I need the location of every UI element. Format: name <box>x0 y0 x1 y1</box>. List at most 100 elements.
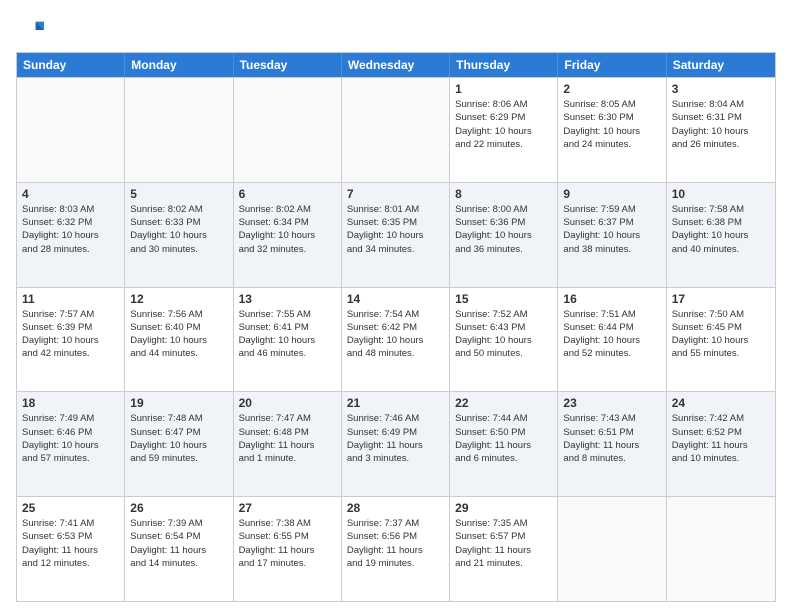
day-info: Sunrise: 8:03 AM Sunset: 6:32 PM Dayligh… <box>22 203 119 256</box>
calendar-cell: 6Sunrise: 8:02 AM Sunset: 6:34 PM Daylig… <box>234 183 342 287</box>
logo-icon <box>16 16 44 44</box>
day-number: 29 <box>455 501 552 515</box>
day-info: Sunrise: 7:37 AM Sunset: 6:56 PM Dayligh… <box>347 517 444 570</box>
calendar-cell: 27 Sunrise: 7:38 AM Sunset: 6:55 PM Dayli… <box>234 497 342 601</box>
calendar-cell: 4Sunrise: 8:03 AM Sunset: 6:32 PM Daylig… <box>17 183 125 287</box>
day-number: 21 <box>347 396 444 410</box>
day-info: Sunrise: 8:04 AM Sunset: 6:31 PM Dayligh… <box>672 98 770 151</box>
calendar-cell <box>558 497 666 601</box>
calendar-cell: 25Sunrise: 7:41 AM Sunset: 6:53 PM Dayli… <box>17 497 125 601</box>
day-number: 12 <box>130 292 227 306</box>
day-number: 17 <box>672 292 770 306</box>
weekday-header: Monday <box>125 53 233 77</box>
day-number: 8 <box>455 187 552 201</box>
weekday-header: Saturday <box>667 53 775 77</box>
day-info: Sunrise: 8:02 AM Sunset: 6:33 PM Dayligh… <box>130 203 227 256</box>
calendar-cell: 29Sunrise: 7:35 AM Sunset: 6:57 PM Dayli… <box>450 497 558 601</box>
day-number: 2 <box>563 82 660 96</box>
calendar-row: 25Sunrise: 7:41 AM Sunset: 6:53 PM Dayli… <box>17 496 775 601</box>
day-info: Sunrise: 7:47 AM Sunset: 6:48 PM Dayligh… <box>239 412 336 465</box>
day-info: Sunrise: 8:00 AM Sunset: 6:36 PM Dayligh… <box>455 203 552 256</box>
day-number: 24 <box>672 396 770 410</box>
day-number: 20 <box>239 396 336 410</box>
day-info: Sunrise: 7:43 AM Sunset: 6:51 PM Dayligh… <box>563 412 660 465</box>
calendar-cell: 28 Sunrise: 7:37 AM Sunset: 6:56 PM Dayli… <box>342 497 450 601</box>
calendar-header: SundayMondayTuesdayWednesdayThursdayFrid… <box>17 53 775 77</box>
day-number: 22 <box>455 396 552 410</box>
logo <box>16 16 48 44</box>
calendar-cell: 9 Sunrise: 7:59 AM Sunset: 6:37 PM Daylig… <box>558 183 666 287</box>
calendar-cell: 21 Sunrise: 7:46 AM Sunset: 6:49 PM Dayli… <box>342 392 450 496</box>
day-info: Sunrise: 7:46 AM Sunset: 6:49 PM Dayligh… <box>347 412 444 465</box>
day-info: Sunrise: 7:42 AM Sunset: 6:52 PM Dayligh… <box>672 412 770 465</box>
calendar-cell <box>667 497 775 601</box>
day-info: Sunrise: 7:39 AM Sunset: 6:54 PM Dayligh… <box>130 517 227 570</box>
day-number: 10 <box>672 187 770 201</box>
calendar-cell: 23 Sunrise: 7:43 AM Sunset: 6:51 PM Dayli… <box>558 392 666 496</box>
day-info: Sunrise: 7:50 AM Sunset: 6:45 PM Dayligh… <box>672 308 770 361</box>
calendar-cell: 16 Sunrise: 7:51 AM Sunset: 6:44 PM Dayli… <box>558 288 666 392</box>
day-number: 16 <box>563 292 660 306</box>
day-info: Sunrise: 7:54 AM Sunset: 6:42 PM Dayligh… <box>347 308 444 361</box>
day-number: 27 <box>239 501 336 515</box>
page: SundayMondayTuesdayWednesdayThursdayFrid… <box>0 0 792 612</box>
day-info: Sunrise: 7:49 AM Sunset: 6:46 PM Dayligh… <box>22 412 119 465</box>
calendar-cell: 10Sunrise: 7:58 AM Sunset: 6:38 PM Dayli… <box>667 183 775 287</box>
calendar-cell: 17 Sunrise: 7:50 AM Sunset: 6:45 PM Dayli… <box>667 288 775 392</box>
day-info: Sunrise: 8:01 AM Sunset: 6:35 PM Dayligh… <box>347 203 444 256</box>
day-info: Sunrise: 7:59 AM Sunset: 6:37 PM Dayligh… <box>563 203 660 256</box>
day-number: 19 <box>130 396 227 410</box>
day-number: 13 <box>239 292 336 306</box>
calendar-cell: 14 Sunrise: 7:54 AM Sunset: 6:42 PM Dayli… <box>342 288 450 392</box>
calendar-cell: 12 Sunrise: 7:56 AM Sunset: 6:40 PM Dayli… <box>125 288 233 392</box>
day-number: 5 <box>130 187 227 201</box>
calendar-cell: 22 Sunrise: 7:44 AM Sunset: 6:50 PM Dayli… <box>450 392 558 496</box>
calendar-row: 4Sunrise: 8:03 AM Sunset: 6:32 PM Daylig… <box>17 182 775 287</box>
day-number: 28 <box>347 501 444 515</box>
calendar-cell: 8 Sunrise: 8:00 AM Sunset: 6:36 PM Daylig… <box>450 183 558 287</box>
calendar-cell <box>125 78 233 182</box>
day-number: 9 <box>563 187 660 201</box>
day-number: 25 <box>22 501 119 515</box>
day-info: Sunrise: 7:55 AM Sunset: 6:41 PM Dayligh… <box>239 308 336 361</box>
day-number: 23 <box>563 396 660 410</box>
calendar-cell: 3Sunrise: 8:04 AM Sunset: 6:31 PM Daylig… <box>667 78 775 182</box>
day-info: Sunrise: 7:38 AM Sunset: 6:55 PM Dayligh… <box>239 517 336 570</box>
calendar-cell: 18 Sunrise: 7:49 AM Sunset: 6:46 PM Dayli… <box>17 392 125 496</box>
weekday-header: Friday <box>558 53 666 77</box>
day-info: Sunrise: 7:57 AM Sunset: 6:39 PM Dayligh… <box>22 308 119 361</box>
calendar-cell: 2 Sunrise: 8:05 AM Sunset: 6:30 PM Daylig… <box>558 78 666 182</box>
calendar: SundayMondayTuesdayWednesdayThursdayFrid… <box>16 52 776 602</box>
weekday-header: Wednesday <box>342 53 450 77</box>
calendar-cell <box>17 78 125 182</box>
calendar-cell <box>342 78 450 182</box>
day-info: Sunrise: 7:51 AM Sunset: 6:44 PM Dayligh… <box>563 308 660 361</box>
header <box>16 16 776 44</box>
calendar-cell: 13 Sunrise: 7:55 AM Sunset: 6:41 PM Dayli… <box>234 288 342 392</box>
day-info: Sunrise: 8:05 AM Sunset: 6:30 PM Dayligh… <box>563 98 660 151</box>
calendar-cell: 7 Sunrise: 8:01 AM Sunset: 6:35 PM Daylig… <box>342 183 450 287</box>
calendar-cell: 11 Sunrise: 7:57 AM Sunset: 6:39 PM Dayli… <box>17 288 125 392</box>
calendar-cell <box>234 78 342 182</box>
calendar-cell: 19 Sunrise: 7:48 AM Sunset: 6:47 PM Dayli… <box>125 392 233 496</box>
day-info: Sunrise: 7:48 AM Sunset: 6:47 PM Dayligh… <box>130 412 227 465</box>
calendar-body: 1Sunrise: 8:06 AM Sunset: 6:29 PM Daylig… <box>17 77 775 601</box>
day-info: Sunrise: 7:44 AM Sunset: 6:50 PM Dayligh… <box>455 412 552 465</box>
calendar-cell: 15Sunrise: 7:52 AM Sunset: 6:43 PM Dayli… <box>450 288 558 392</box>
calendar-row: 18 Sunrise: 7:49 AM Sunset: 6:46 PM Dayli… <box>17 391 775 496</box>
day-number: 14 <box>347 292 444 306</box>
day-number: 6 <box>239 187 336 201</box>
calendar-cell: 20 Sunrise: 7:47 AM Sunset: 6:48 PM Dayli… <box>234 392 342 496</box>
day-number: 26 <box>130 501 227 515</box>
day-number: 18 <box>22 396 119 410</box>
calendar-cell: 24 Sunrise: 7:42 AM Sunset: 6:52 PM Dayli… <box>667 392 775 496</box>
day-info: Sunrise: 7:56 AM Sunset: 6:40 PM Dayligh… <box>130 308 227 361</box>
weekday-header: Sunday <box>17 53 125 77</box>
day-number: 7 <box>347 187 444 201</box>
day-number: 11 <box>22 292 119 306</box>
calendar-cell: 1Sunrise: 8:06 AM Sunset: 6:29 PM Daylig… <box>450 78 558 182</box>
calendar-cell: 26 Sunrise: 7:39 AM Sunset: 6:54 PM Dayli… <box>125 497 233 601</box>
calendar-row: 1Sunrise: 8:06 AM Sunset: 6:29 PM Daylig… <box>17 77 775 182</box>
calendar-cell: 5 Sunrise: 8:02 AM Sunset: 6:33 PM Daylig… <box>125 183 233 287</box>
day-number: 15 <box>455 292 552 306</box>
